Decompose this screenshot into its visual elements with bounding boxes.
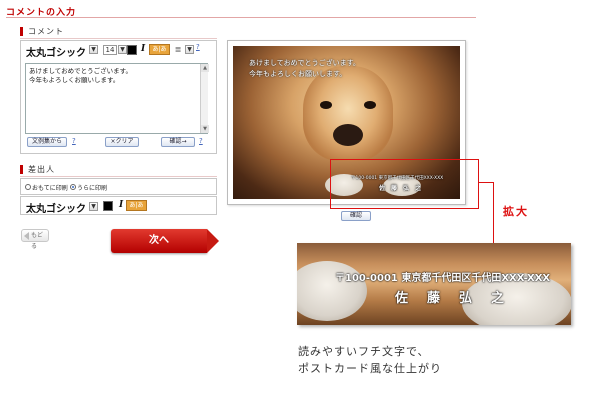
radio-front-print[interactable] bbox=[25, 184, 31, 190]
scroll-up-icon[interactable]: ▲ bbox=[201, 64, 209, 72]
clear-button[interactable]: ×クリア bbox=[105, 137, 139, 147]
sender-section-divider bbox=[20, 176, 217, 177]
card-greeting: あけましておめでとうございます。 今年もよろしくお願いします。 bbox=[249, 59, 360, 78]
zoomed-sender-photo: 〒100-0001 東京都千代田区千代田XXX-XXX 佐 藤 弘 之 bbox=[297, 243, 571, 325]
puppy-eye-right bbox=[364, 101, 376, 109]
comment-textarea[interactable]: あけましておめでとうございます。 今年もよろしくお願いします。 bbox=[25, 63, 208, 134]
samples-help-icon[interactable]: ? bbox=[72, 137, 76, 145]
comment-section-divider bbox=[20, 38, 217, 39]
puppy-head bbox=[303, 66, 393, 161]
font-size-dropdown-button[interactable]: ▼ bbox=[118, 45, 127, 54]
sender-position-panel: おもてに印刷 うらに印刷 bbox=[20, 178, 217, 195]
preview-confirm-button[interactable]: 確認 bbox=[341, 211, 371, 221]
samples-button[interactable]: 文例集から bbox=[27, 137, 67, 147]
textarea-scrollbar[interactable]: ▲ ▼ bbox=[200, 64, 209, 133]
text-color-swatch[interactable] bbox=[127, 45, 137, 55]
outline-style-icon[interactable]: あ|あ bbox=[149, 44, 170, 55]
zoom-sender-address: 〒100-0001 東京都千代田区千代田XXX-XXX bbox=[335, 273, 551, 284]
help-icon[interactable]: ? bbox=[196, 43, 200, 51]
align-dropdown-button[interactable]: ▼ bbox=[185, 45, 194, 54]
sender-color-swatch[interactable] bbox=[103, 201, 113, 211]
radio-front-print-label[interactable]: おもてに印刷 bbox=[32, 183, 68, 192]
next-button[interactable]: 次へ bbox=[111, 229, 219, 253]
sender-font-dropdown-button[interactable]: ▼ bbox=[89, 202, 98, 211]
font-dropdown-button[interactable]: ▼ bbox=[89, 45, 98, 54]
zoom-label: 拡大 bbox=[503, 205, 529, 218]
sender-italic-toggle[interactable]: I bbox=[119, 200, 123, 210]
sender-font-name: 太丸ゴシック bbox=[26, 204, 86, 215]
confirm-comment-button[interactable]: 確認→ bbox=[161, 137, 195, 147]
comment-font-name: 太丸ゴシック bbox=[26, 48, 86, 59]
zoom-connector-vertical bbox=[493, 182, 494, 243]
sender-section-heading: 差出人 bbox=[20, 165, 55, 174]
comment-panel: 太丸ゴシック ▼ 14 ▼ I あ|あ ≣ ▼ ? あけましておめでとうございま… bbox=[20, 40, 217, 154]
italic-toggle[interactable]: I bbox=[141, 44, 145, 54]
font-size-field[interactable]: 14 bbox=[103, 45, 117, 55]
title-divider bbox=[6, 17, 476, 18]
confirm-help-icon[interactable]: ? bbox=[199, 137, 203, 145]
radio-back-print-label[interactable]: うらに印刷 bbox=[77, 183, 107, 192]
radio-back-print[interactable] bbox=[70, 184, 76, 190]
comment-section-heading: コメント bbox=[20, 27, 64, 36]
align-icon[interactable]: ≣ bbox=[173, 45, 183, 55]
puppy-eye-left bbox=[320, 101, 332, 109]
sender-toolbar-panel: 太丸ゴシック ▼ I あ|あ bbox=[20, 196, 217, 215]
feature-caption: 読みやすいフチ文字で、 ポストカード風な仕上がり bbox=[298, 345, 442, 375]
zoom-connector-horizontal bbox=[479, 182, 493, 183]
back-button[interactable]: もどる bbox=[21, 229, 49, 250]
scroll-down-icon[interactable]: ▼ bbox=[201, 125, 209, 133]
zoom-sender-name: 佐 藤 弘 之 bbox=[395, 291, 508, 306]
zoom-highlight-box bbox=[330, 159, 479, 209]
sender-outline-style-icon[interactable]: あ|あ bbox=[126, 200, 147, 211]
puppy-nose bbox=[333, 124, 363, 146]
